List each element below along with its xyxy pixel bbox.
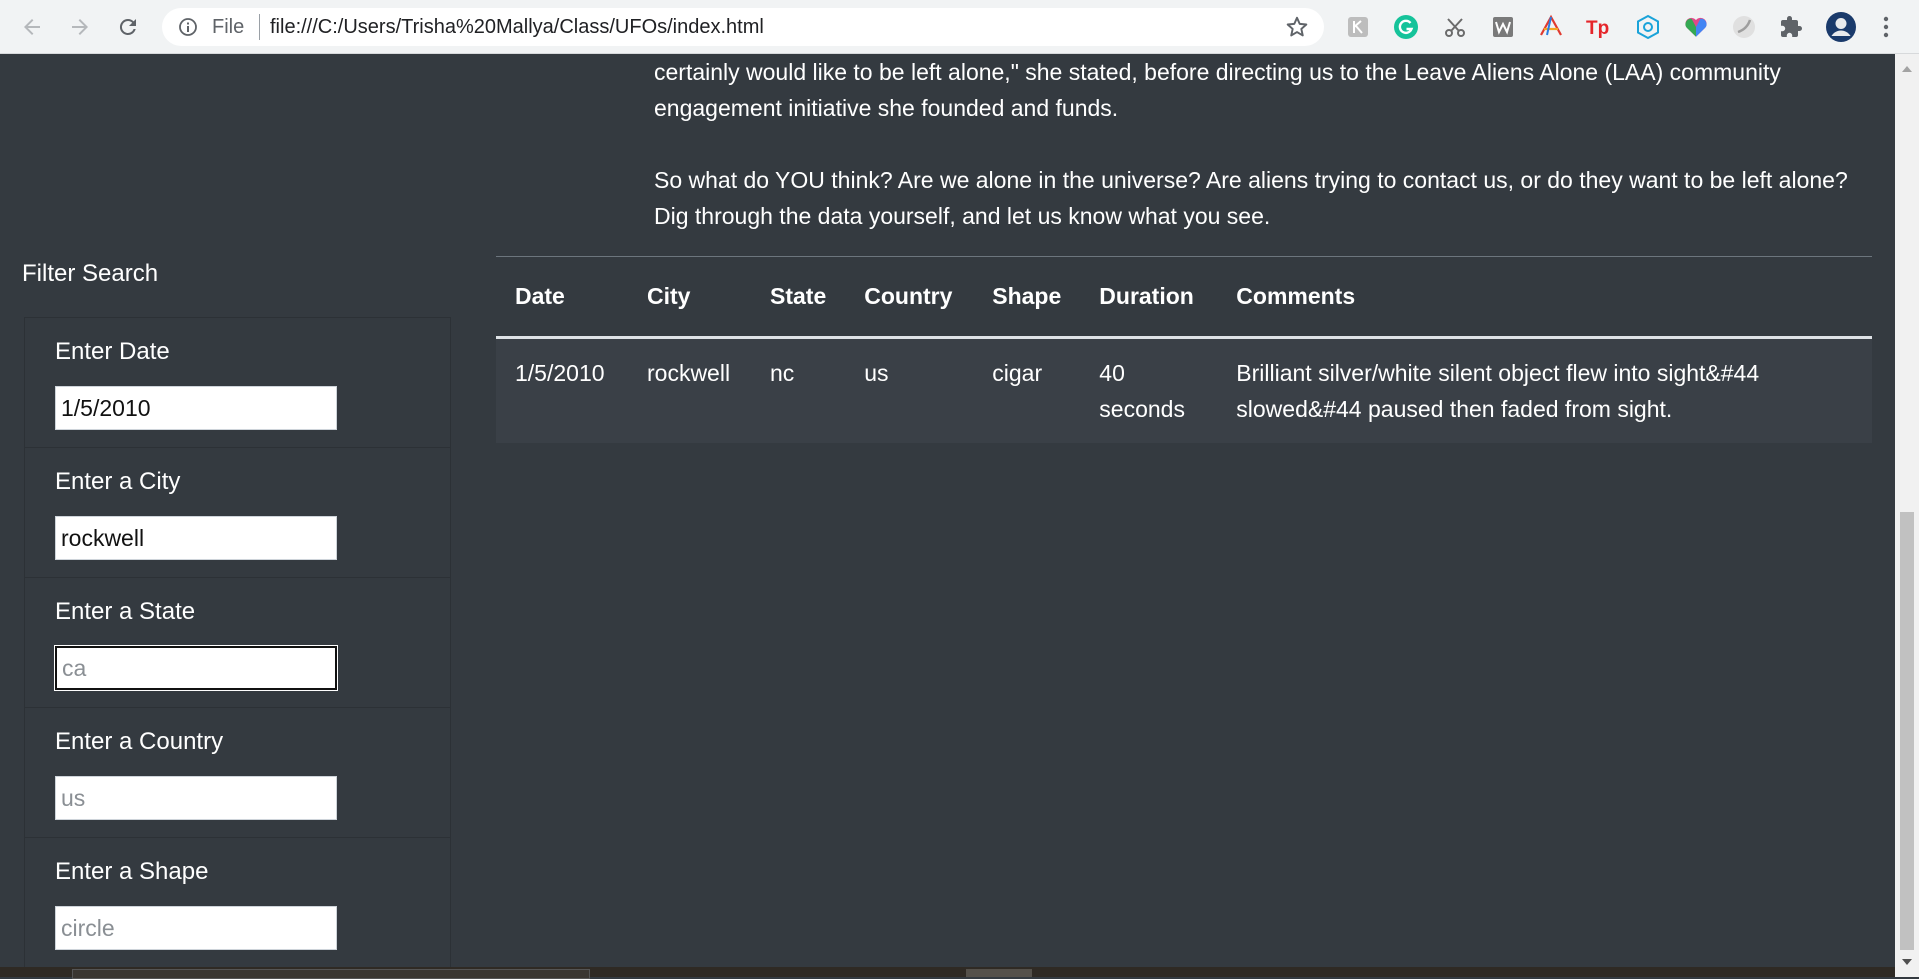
extensions-puzzle-icon[interactable] xyxy=(1777,13,1805,41)
city-filter-label: Enter a City xyxy=(55,468,181,495)
browser-toolbar: File file:///C:/Users/Trisha%20Mallya/Cl… xyxy=(0,0,1919,54)
state-filter-input[interactable] xyxy=(55,646,337,690)
scroll-down-arrow-icon[interactable] xyxy=(1901,953,1913,971)
header-duration: Duration xyxy=(1080,256,1218,339)
ufo-table-container: Date City State Country Shape Duration C… xyxy=(496,256,1872,443)
reload-button[interactable] xyxy=(110,9,146,45)
taskbar-window-preview xyxy=(966,969,1032,977)
menu-dots-icon[interactable] xyxy=(1876,13,1896,41)
country-filter-label: Enter a Country xyxy=(55,728,224,755)
filter-list: Enter Date Enter a City Enter a State En… xyxy=(24,317,451,969)
filter-search-title: Filter Search xyxy=(22,260,159,287)
back-arrow-icon xyxy=(24,19,40,35)
cell-duration: 40 seconds xyxy=(1080,337,1218,443)
cell-comments: Brilliant silver/white silent object fle… xyxy=(1217,337,1872,443)
hex-extension-icon[interactable] xyxy=(1634,13,1662,41)
vertical-scrollbar[interactable] xyxy=(1895,54,1919,977)
url-text[interactable]: file:///C:/Users/Trisha%20Mallya/Class/U… xyxy=(270,16,764,39)
ufo-table: Date City State Country Shape Duration C… xyxy=(496,256,1872,443)
article-paragraph: certainly would like to be left alone," … xyxy=(654,59,1781,121)
grammarly-icon[interactable] xyxy=(1392,13,1420,41)
address-bar[interactable]: File file:///C:/Users/Trisha%20Mallya/Cl… xyxy=(162,8,1324,46)
country-filter-input[interactable] xyxy=(55,776,337,820)
article-paragraph: So what do YOU think? Are we alone in th… xyxy=(654,167,1848,229)
article-body: certainly would like to be left alone," … xyxy=(654,54,1854,234)
filter-item-country: Enter a Country xyxy=(25,708,450,838)
cell-shape: cigar xyxy=(973,337,1081,443)
scrollbar-thumb[interactable] xyxy=(1900,512,1914,950)
filter-item-city: Enter a City xyxy=(25,448,450,578)
profile-avatar-icon[interactable] xyxy=(1824,10,1858,44)
svg-text:Tp: Tp xyxy=(1586,18,1609,39)
scroll-up-arrow-icon[interactable] xyxy=(1901,60,1913,78)
date-filter-input[interactable] xyxy=(55,386,337,430)
city-filter-input[interactable] xyxy=(55,516,337,560)
header-date: Date xyxy=(496,256,628,339)
table-row: 1/5/2010 rockwell nc us cigar 40 seconds… xyxy=(496,337,1872,443)
header-country: Country xyxy=(845,256,974,339)
info-icon[interactable] xyxy=(178,17,198,43)
table-header-row: Date City State Country Shape Duration C… xyxy=(496,256,1872,339)
w-extension-icon[interactable] xyxy=(1489,13,1517,41)
tp-extension-icon[interactable]: Tp xyxy=(1585,13,1613,41)
shape-filter-label: Enter a Shape xyxy=(55,858,209,885)
filter-item-state: Enter a State xyxy=(25,578,450,708)
swirl-extension-icon[interactable] xyxy=(1730,13,1758,41)
cell-state: nc xyxy=(751,337,846,443)
heart-extension-icon[interactable] xyxy=(1682,13,1710,41)
cell-date: 1/5/2010 xyxy=(496,337,628,443)
filter-item-shape: Enter a Shape xyxy=(25,838,450,968)
state-filter-label: Enter a State xyxy=(55,598,196,625)
reload-icon xyxy=(119,18,136,35)
cell-city: rockwell xyxy=(628,337,751,443)
scissors-icon[interactable] xyxy=(1441,13,1469,41)
header-comments: Comments xyxy=(1217,256,1872,339)
taskbar-edge xyxy=(0,967,1895,979)
scheme-label: File xyxy=(212,16,245,38)
date-filter-label: Enter Date xyxy=(55,338,170,365)
back-button[interactable] xyxy=(14,9,50,45)
forward-button[interactable] xyxy=(62,9,98,45)
extension-k-icon[interactable] xyxy=(1344,13,1372,41)
header-state: State xyxy=(751,256,846,339)
filter-item-date: Enter Date xyxy=(25,318,450,448)
address-separator xyxy=(259,14,260,40)
adobe-icon[interactable] xyxy=(1537,13,1565,41)
shape-filter-input[interactable] xyxy=(55,906,337,950)
cell-country: us xyxy=(845,337,974,443)
taskbar-window-preview xyxy=(72,969,590,979)
header-city: City xyxy=(628,256,751,339)
header-shape: Shape xyxy=(973,256,1081,339)
bookmark-star-icon[interactable] xyxy=(1284,14,1310,46)
forward-arrow-icon xyxy=(72,19,88,35)
